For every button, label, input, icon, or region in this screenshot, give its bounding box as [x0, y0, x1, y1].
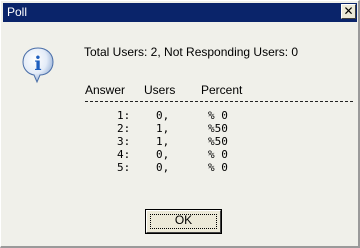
table-row: 5: 0, % 0: [1, 161, 360, 174]
window-title: Poll: [7, 5, 28, 19]
header-divider: [85, 101, 353, 102]
users-cell: 1,: [156, 122, 170, 135]
ok-button[interactable]: OK: [145, 209, 222, 234]
column-header-users: Users: [144, 83, 176, 97]
title-bar[interactable]: Poll ✕: [3, 3, 357, 22]
table-row: 4: 0, % 0: [1, 148, 360, 161]
info-icon-glyph: i: [34, 53, 41, 75]
column-header-answer: Answer: [85, 83, 126, 97]
close-icon[interactable]: ✕: [341, 4, 356, 19]
percent-cell: % 0: [208, 161, 228, 174]
table-row: 3: 1, %50: [1, 135, 360, 148]
table-row: 1: 0, % 0: [1, 109, 360, 122]
answer-cell: 3:: [117, 135, 131, 148]
ok-button-label: OK: [174, 213, 193, 227]
users-cell: 0,: [156, 161, 170, 174]
percent-cell: % 0: [208, 148, 228, 161]
answer-cell: 2:: [117, 122, 131, 135]
users-cell: 0,: [156, 109, 170, 122]
percent-cell: %50: [208, 135, 228, 148]
poll-dialog: Poll ✕ i Total Users: 2, Not Responding …: [0, 0, 360, 248]
column-header-percent: Percent: [201, 83, 243, 97]
percent-cell: %50: [208, 122, 228, 135]
summary-text: Total Users: 2, Not Responding Users: 0: [84, 45, 299, 59]
users-cell: 1,: [156, 135, 170, 148]
percent-cell: % 0: [208, 109, 228, 122]
table-row: 2: 1, %50: [1, 122, 360, 135]
answer-cell: 4:: [117, 148, 131, 161]
info-icon: i: [22, 47, 54, 84]
users-cell: 0,: [156, 148, 170, 161]
answer-cell: 5:: [117, 161, 131, 174]
answer-cell: 1:: [117, 109, 131, 122]
